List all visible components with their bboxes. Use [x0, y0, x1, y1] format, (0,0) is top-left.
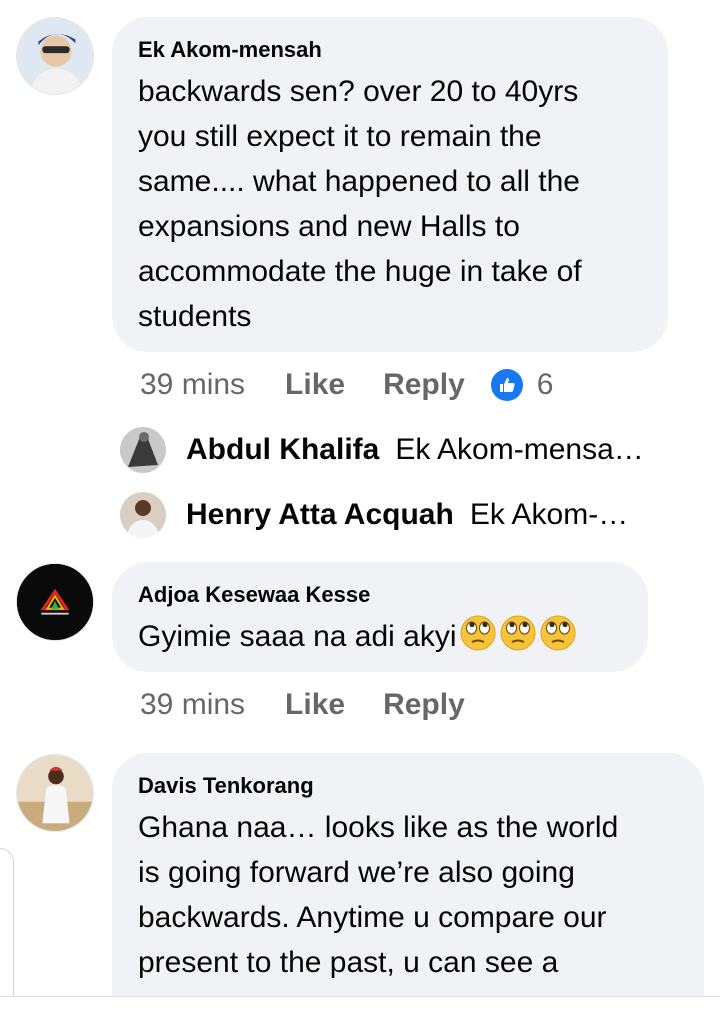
face-with-rolling-eyes-icon	[460, 615, 495, 651]
reply-button[interactable]: Reply	[383, 688, 465, 722]
reply-snippet: Ek Akom-…	[469, 498, 629, 531]
comment-actions: 39 mins Like Reply 6	[140, 368, 553, 402]
reply-button[interactable]: Reply	[383, 368, 465, 402]
comment-bubble: Adjoa Kesewaa Kesse Gyimie saaa na adi a…	[112, 562, 648, 672]
avatar[interactable]	[16, 563, 94, 641]
comment-timestamp[interactable]: 39 mins	[140, 368, 245, 402]
reply-snippet: Ek Akom-mensa…	[395, 433, 644, 466]
reply-author[interactable]: Abdul Khalifa	[186, 433, 379, 467]
avatar	[120, 427, 166, 473]
like-button[interactable]: Like	[285, 688, 345, 722]
avatar	[120, 492, 166, 538]
comment-bubble: Ek Akom-mensah backwards sen? over 20 to…	[112, 17, 668, 352]
reaction-count[interactable]: 6	[537, 368, 554, 402]
thumbs-up-icon[interactable]	[490, 369, 523, 401]
profile-photo-icon	[120, 492, 166, 538]
reply-preview[interactable]: Henry Atta Acquah Ek Akom-…	[120, 492, 628, 538]
comment-author[interactable]: Adjoa Kesewaa Kesse	[138, 582, 622, 608]
comment-text: Gyimie saaa na adi akyi	[138, 614, 622, 659]
comment-text: Ghana naa… looks like as the world is go…	[138, 811, 619, 979]
comment-actions: 39 mins Like Reply	[140, 688, 503, 722]
profile-photo-icon	[17, 755, 93, 831]
comment-author[interactable]: Davis Tenkorang	[138, 773, 678, 799]
face-with-rolling-eyes-icon	[500, 615, 535, 651]
avatar[interactable]	[16, 754, 94, 832]
reply-author[interactable]: Henry Atta Acquah	[186, 498, 454, 532]
thread-line	[0, 848, 14, 998]
bottom-bar	[0, 996, 720, 1022]
profile-photo-icon	[17, 18, 93, 94]
like-button[interactable]: Like	[285, 368, 345, 402]
reply-preview[interactable]: Abdul Khalifa Ek Akom-mensa…	[120, 427, 644, 473]
profile-photo-icon	[120, 427, 166, 473]
comment-timestamp[interactable]: 39 mins	[140, 688, 245, 722]
comment-author[interactable]: Ek Akom-mensah	[138, 37, 642, 63]
comment-text-body: Gyimie saaa na adi akyi	[138, 620, 457, 653]
face-with-rolling-eyes-icon	[540, 615, 575, 651]
comment-bubble: Davis Tenkorang Ghana naa… looks like as…	[112, 753, 704, 1022]
brand-logo-icon	[17, 564, 93, 640]
avatar[interactable]	[16, 17, 94, 95]
comment-text: backwards sen? over 20 to 40yrs you stil…	[138, 75, 582, 333]
